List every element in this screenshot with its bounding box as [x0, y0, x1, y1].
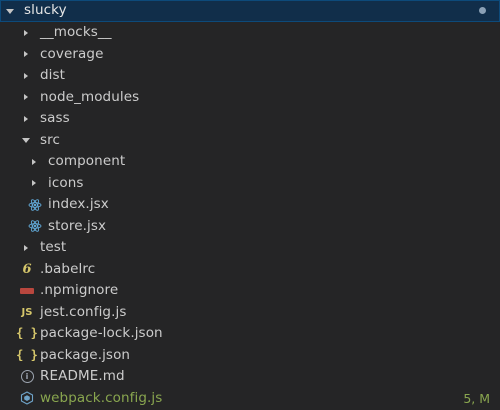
- file-label: store.jsx: [48, 217, 107, 234]
- chevron-right-icon: [20, 94, 32, 101]
- file-label: index.jsx: [48, 196, 109, 212]
- modified-dot-icon: [479, 7, 486, 14]
- folder-row-component[interactable]: component: [0, 151, 500, 173]
- folder-row-dist[interactable]: dist: [0, 65, 500, 87]
- chevron-right-icon: [20, 51, 32, 58]
- info-icon: i: [20, 370, 34, 384]
- js-icon: JS: [21, 306, 33, 318]
- react-icon: [28, 198, 42, 212]
- file-label: jest.config.js: [40, 303, 127, 320]
- chevron-right-icon: [28, 180, 40, 187]
- webpack-icon: [20, 391, 34, 405]
- file-row-package-lock[interactable]: { } package-lock.json: [0, 323, 500, 345]
- folder-label: src: [40, 131, 61, 148]
- file-row-package-json[interactable]: { } package.json: [0, 345, 500, 367]
- file-label: .babelrc: [40, 260, 96, 277]
- json-icon: { }: [16, 326, 38, 340]
- file-label: webpack.config.js: [40, 389, 163, 406]
- folder-row-node-modules[interactable]: node_modules: [0, 87, 500, 109]
- file-label: .npmignore: [40, 282, 119, 298]
- file-explorer: slucky __mocks__ coverage dist node_modu…: [0, 0, 500, 410]
- file-row-jest-config[interactable]: JS jest.config.js: [0, 302, 500, 324]
- file-row-store-jsx[interactable]: store.jsx: [0, 216, 500, 238]
- folder-label: node_modules: [40, 88, 140, 105]
- babel-icon: 6: [22, 261, 32, 277]
- react-icon: [28, 219, 42, 233]
- chevron-down-icon: [4, 8, 16, 14]
- folder-row-src[interactable]: src: [0, 130, 500, 152]
- folder-label: sass: [40, 110, 70, 126]
- chevron-right-icon: [20, 244, 32, 251]
- file-row-index-jsx[interactable]: index.jsx: [0, 194, 500, 216]
- file-label: README.md: [40, 368, 125, 384]
- folder-label: __mocks__: [40, 24, 112, 40]
- chevron-right-icon: [28, 158, 40, 165]
- folder-label: test: [40, 239, 67, 255]
- folder-label: dist: [40, 67, 66, 83]
- folder-label: coverage: [40, 45, 104, 62]
- folder-row-sass[interactable]: sass: [0, 108, 500, 130]
- folder-row-coverage[interactable]: coverage: [0, 44, 500, 66]
- folder-label: component: [48, 153, 126, 169]
- root-folder-row[interactable]: slucky: [0, 0, 500, 22]
- file-label: package-lock.json: [40, 325, 163, 341]
- json-icon: { }: [16, 347, 38, 362]
- folder-row-mocks[interactable]: __mocks__: [0, 22, 500, 44]
- folder-row-test[interactable]: test: [0, 237, 500, 259]
- file-row-readme[interactable]: i README.md: [0, 366, 500, 388]
- chevron-right-icon: [20, 115, 32, 122]
- chevron-down-icon: [20, 137, 32, 143]
- file-label: package.json: [40, 346, 131, 363]
- chevron-right-icon: [20, 72, 32, 79]
- git-status-badge: 5, M: [463, 390, 490, 406]
- file-row-babelrc[interactable]: 6 .babelrc: [0, 259, 500, 281]
- file-row-npmignore[interactable]: .npmignore: [0, 280, 500, 302]
- folder-label: icons: [48, 174, 84, 191]
- chevron-right-icon: [20, 29, 32, 36]
- file-row-webpack-config[interactable]: webpack.config.js 5, M: [0, 388, 500, 410]
- root-folder-label: slucky: [24, 2, 67, 19]
- npm-icon: [20, 284, 34, 298]
- folder-row-icons[interactable]: icons: [0, 173, 500, 195]
